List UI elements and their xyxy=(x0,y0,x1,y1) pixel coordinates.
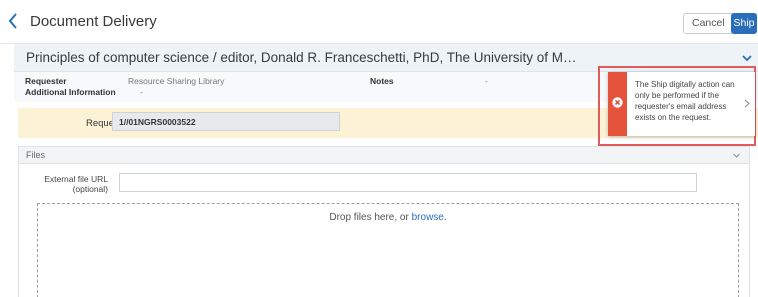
chevron-left-icon[interactable] xyxy=(6,11,20,31)
drop-suffix: . xyxy=(443,212,447,223)
external-url-label-line1: External file URL xyxy=(44,174,108,184)
error-icon xyxy=(612,97,623,108)
toast-message: The Ship digitally action can only be pe… xyxy=(635,80,735,122)
page-title: Document Delivery xyxy=(30,13,157,30)
error-toast[interactable]: The Ship digitally action can only be pe… xyxy=(608,72,755,136)
files-section: Files External file URL (optional) Drop … xyxy=(18,146,750,297)
additional-info-label: Additional Information xyxy=(25,87,116,97)
files-header[interactable]: Files xyxy=(19,147,749,164)
chevron-down-icon[interactable] xyxy=(733,153,740,158)
request-title: Principles of computer science / editor,… xyxy=(26,50,577,65)
toast-status-bar xyxy=(608,72,627,136)
requester-label: Requester xyxy=(25,76,67,86)
dropzone-text: Drop files here, or browse. xyxy=(38,212,738,223)
file-dropzone[interactable]: Drop files here, or browse. xyxy=(37,203,739,297)
external-url-input[interactable] xyxy=(119,173,697,192)
browse-link[interactable]: browse xyxy=(412,212,444,223)
external-url-label-line2: (optional) xyxy=(72,184,108,194)
files-title: Files xyxy=(26,150,46,160)
notes-label: Notes xyxy=(370,76,394,86)
chevron-right-icon[interactable] xyxy=(744,99,750,108)
cancel-button[interactable]: Cancel xyxy=(683,13,734,34)
requester-value: Resource Sharing Library xyxy=(128,76,225,86)
top-bar: Document Delivery Cancel Ship xyxy=(0,0,758,44)
chevron-down-icon[interactable] xyxy=(742,54,752,62)
additional-info-value: - xyxy=(140,87,143,97)
drop-instruction: Drop files here, or xyxy=(329,212,412,223)
ship-button[interactable]: Ship xyxy=(731,13,757,34)
notes-value: - xyxy=(485,76,488,86)
request-id-field: 1//01NGRS0003522 xyxy=(112,112,340,131)
external-url-label: External file URL (optional) xyxy=(27,174,108,194)
